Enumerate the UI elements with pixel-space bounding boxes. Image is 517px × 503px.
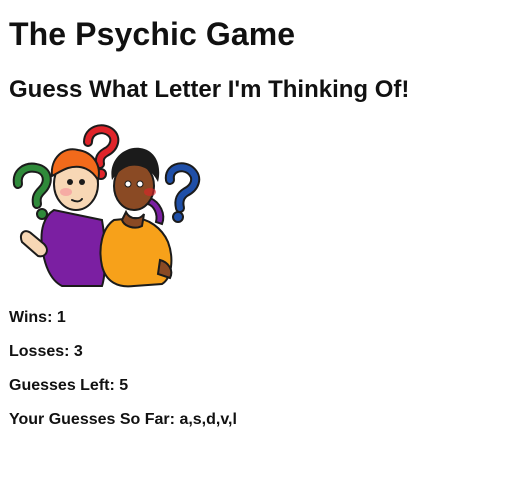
game-page: The Psychic Game Guess What Letter I'm T… — [0, 0, 517, 503]
guesses-so-far-label: Your Guesses So Far: — [9, 411, 175, 428]
page-title: The Psychic Game — [9, 16, 296, 52]
guesses-left-value: 5 — [119, 377, 129, 394]
wins-value: 1 — [56, 309, 66, 326]
question-mark-blue-icon — [164, 162, 201, 223]
wins-stat: Wins: 1 — [9, 309, 66, 327]
losses-value: 3 — [73, 343, 83, 360]
guesses-so-far-stat: Your Guesses So Far: a,s,d,v,l — [9, 411, 237, 429]
guesses-so-far-value: a,s,d,v,l — [179, 411, 237, 428]
page-subtitle: Guess What Letter I'm Thinking Of! — [9, 76, 410, 103]
losses-stat: Losses: 3 — [9, 343, 83, 361]
kid-right-icon — [99, 147, 173, 288]
wins-label: Wins: — [9, 309, 53, 326]
guesses-left-label: Guesses Left: — [9, 377, 115, 394]
guesses-left-stat: Guesses Left: 5 — [9, 377, 128, 395]
thinking-kids-image — [10, 124, 202, 290]
losses-label: Losses: — [9, 343, 70, 360]
question-mark-green-icon — [12, 162, 52, 220]
